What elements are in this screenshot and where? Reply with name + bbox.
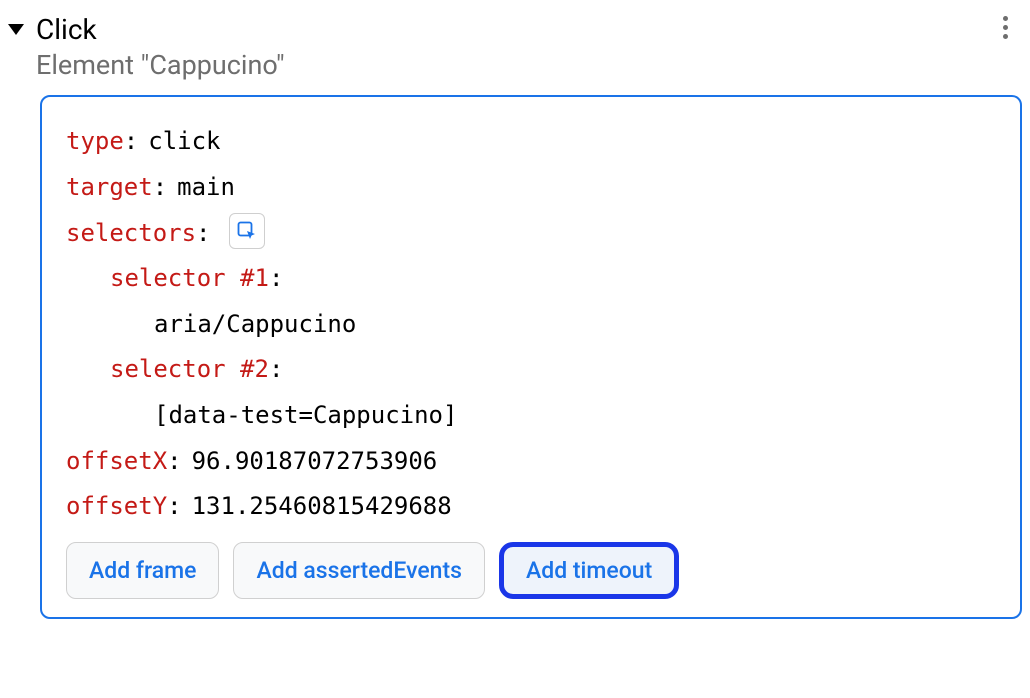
field-type[interactable]: type: click <box>66 119 996 165</box>
step-titles: Click Element "Cappucino" <box>36 12 285 83</box>
field-offsetx[interactable]: offsetX: 96.90187072753906 <box>66 439 996 485</box>
field-target[interactable]: target: main <box>66 165 996 211</box>
field-value-offsetx: 96.90187072753906 <box>192 439 438 485</box>
selector-2-label-row[interactable]: selector #2: <box>66 347 996 393</box>
field-value-offsety: 131.25460815429688 <box>192 484 452 530</box>
field-key-selectors: selectors <box>66 211 196 257</box>
collapse-toggle-icon[interactable] <box>8 24 24 35</box>
selector-2-label: selector #2 <box>110 347 269 393</box>
field-key-type: type <box>66 119 124 165</box>
field-key-target: target <box>66 165 153 211</box>
step-body: type: click target: main selectors: sele… <box>40 95 1022 618</box>
field-offsety[interactable]: offsetY: 131.25460815429688 <box>66 484 996 530</box>
field-key-offsetx: offsetX <box>66 439 167 485</box>
selector-1-label: selector #1 <box>110 256 269 302</box>
step-container: Click Element "Cappucino" type: click ta… <box>8 8 1022 619</box>
field-selectors: selectors: <box>66 211 996 257</box>
selector-2-value: [data-test=Cappucino] <box>154 393 457 439</box>
step-title: Click <box>36 12 285 48</box>
selector-1-value-row[interactable]: aria/Cappucino <box>66 302 996 348</box>
field-key-offsety: offsetY <box>66 484 167 530</box>
selector-1-value: aria/Cappucino <box>154 302 356 348</box>
add-asserted-events-button[interactable]: Add assertedEvents <box>233 542 485 599</box>
field-value-target: main <box>177 165 235 211</box>
step-header: Click Element "Cappucino" <box>8 8 1022 91</box>
add-timeout-button[interactable]: Add timeout <box>499 542 679 599</box>
more-menu-icon[interactable] <box>999 12 1012 43</box>
selector-1-label-row[interactable]: selector #1: <box>66 256 996 302</box>
select-element-icon[interactable] <box>229 213 265 249</box>
add-frame-button[interactable]: Add frame <box>66 542 219 599</box>
field-value-type: click <box>148 119 220 165</box>
step-subtitle: Element "Cappucino" <box>36 48 285 83</box>
button-row: Add frame Add assertedEvents Add timeout <box>66 542 996 599</box>
selector-2-value-row[interactable]: [data-test=Cappucino] <box>66 393 996 439</box>
